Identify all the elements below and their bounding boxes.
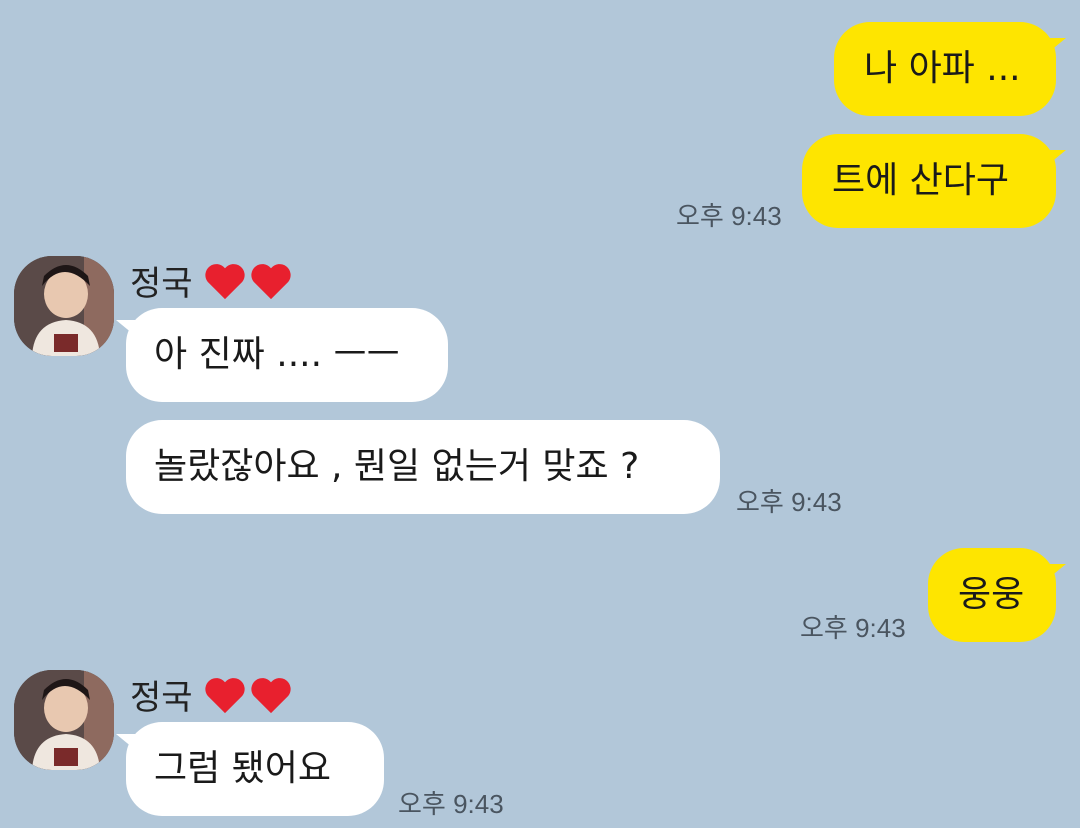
my-message-bubble[interactable]: 트에 산다구: [802, 134, 1066, 228]
their-message-bubble[interactable]: 아 진짜 .... ㅡㅡ: [116, 308, 448, 402]
heart-icon: [204, 677, 245, 713]
avatar[interactable]: [14, 256, 114, 356]
message-text: 웅웅: [958, 574, 1025, 615]
my-message-bubble[interactable]: 웅웅: [928, 548, 1066, 642]
their-message-bubble[interactable]: 그럼 됐어요: [116, 722, 384, 816]
message-time: 오후 9:43: [800, 613, 906, 643]
sender-name: 정국: [130, 670, 293, 719]
sender-name: 정국: [130, 256, 293, 305]
message-text: 아 진짜 .... ㅡㅡ: [154, 334, 400, 375]
message-text: 나 아파 ...: [864, 48, 1021, 89]
message-text: 트에 산다구: [832, 160, 1010, 201]
heart-icon: [204, 263, 245, 299]
message-time: 오후 9:43: [736, 487, 842, 517]
chat-area: 나 아파 ... 오후 9:43 트에 산다구 정국 아 진짜 .... ㅡㅡ …: [0, 0, 1080, 828]
message-text: 놀랐잖아요 , 뭔일 없는거 맞죠 ?: [154, 446, 640, 487]
heart-icon: [250, 677, 291, 713]
sender-name-text: 정국: [130, 678, 193, 718]
their-message-bubble[interactable]: 놀랐잖아요 , 뭔일 없는거 맞죠 ?: [126, 420, 720, 514]
sender-name-text: 정국: [130, 264, 193, 304]
my-message-bubble[interactable]: 나 아파 ...: [834, 22, 1066, 116]
avatar[interactable]: [14, 670, 114, 770]
message-text: 그럼 됐어요: [154, 748, 332, 789]
heart-icon: [250, 263, 291, 299]
message-time: 오후 9:43: [676, 201, 782, 231]
message-time: 오후 9:43: [398, 789, 504, 819]
